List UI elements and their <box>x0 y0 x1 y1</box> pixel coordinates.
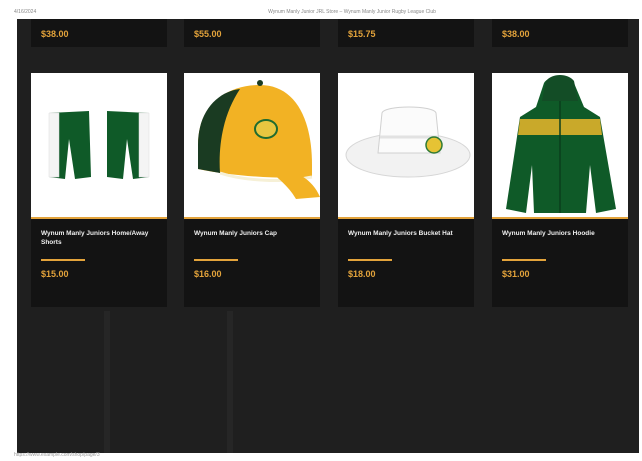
print-footer-url: https://www.example.com/shop/page/3 <box>14 452 100 458</box>
product-price: $38.00 <box>41 29 69 39</box>
product-name[interactable]: Wynum Manly Juniors Cap <box>194 229 312 238</box>
product-image[interactable] <box>31 73 167 217</box>
product-price: $38.00 <box>502 29 530 39</box>
name-underline <box>41 259 85 261</box>
product-card-shorts[interactable]: Wynum Manly Juniors Home/Away Shorts $15… <box>31 73 167 307</box>
product-image[interactable] <box>492 73 628 217</box>
product-price: $15.00 <box>41 269 69 279</box>
print-title: Wynum Manly Junior JRL Store – Wynum Man… <box>268 9 436 15</box>
accent-line <box>31 217 167 219</box>
print-header: 4/16/2024 Wynum Manly Junior JRL Store –… <box>0 0 642 18</box>
name-underline <box>348 259 392 261</box>
background-stripe <box>227 311 233 453</box>
hoodie-icon <box>506 75 616 213</box>
product-card[interactable]: $55.00 <box>184 19 320 47</box>
cap-icon <box>198 80 320 199</box>
accent-line <box>184 217 320 219</box>
accent-line <box>492 217 628 219</box>
product-card[interactable]: $38.00 <box>492 19 628 47</box>
product-card-bucket-hat[interactable]: Wynum Manly Juniors Bucket Hat $18.00 <box>338 73 474 307</box>
product-name[interactable]: Wynum Manly Juniors Home/Away Shorts <box>41 229 159 247</box>
product-grid-page: $38.00 $55.00 $15.75 $38.00 Wynum Manly … <box>17 19 639 453</box>
name-underline <box>502 259 546 261</box>
product-name[interactable]: Wynum Manly Juniors Hoodie <box>502 229 620 238</box>
product-card-cap[interactable]: Wynum Manly Juniors Cap $16.00 <box>184 73 320 307</box>
product-price: $18.00 <box>348 269 376 279</box>
accent-line <box>338 217 474 219</box>
product-image[interactable] <box>184 73 320 217</box>
product-card[interactable]: $38.00 <box>31 19 167 47</box>
product-price: $31.00 <box>502 269 530 279</box>
print-date: 4/16/2024 <box>14 9 37 15</box>
name-underline <box>194 259 238 261</box>
product-card-hoodie[interactable]: Wynum Manly Juniors Hoodie $31.00 <box>492 73 628 307</box>
product-image[interactable] <box>338 73 474 217</box>
product-card[interactable]: $15.75 <box>338 19 474 47</box>
product-name[interactable]: Wynum Manly Juniors Bucket Hat <box>348 229 466 238</box>
product-price: $55.00 <box>194 29 222 39</box>
bucket-hat-icon <box>345 106 471 178</box>
shorts-icon <box>48 111 150 179</box>
product-price: $16.00 <box>194 269 222 279</box>
background-stripe <box>104 311 110 453</box>
product-price: $15.75 <box>348 29 376 39</box>
